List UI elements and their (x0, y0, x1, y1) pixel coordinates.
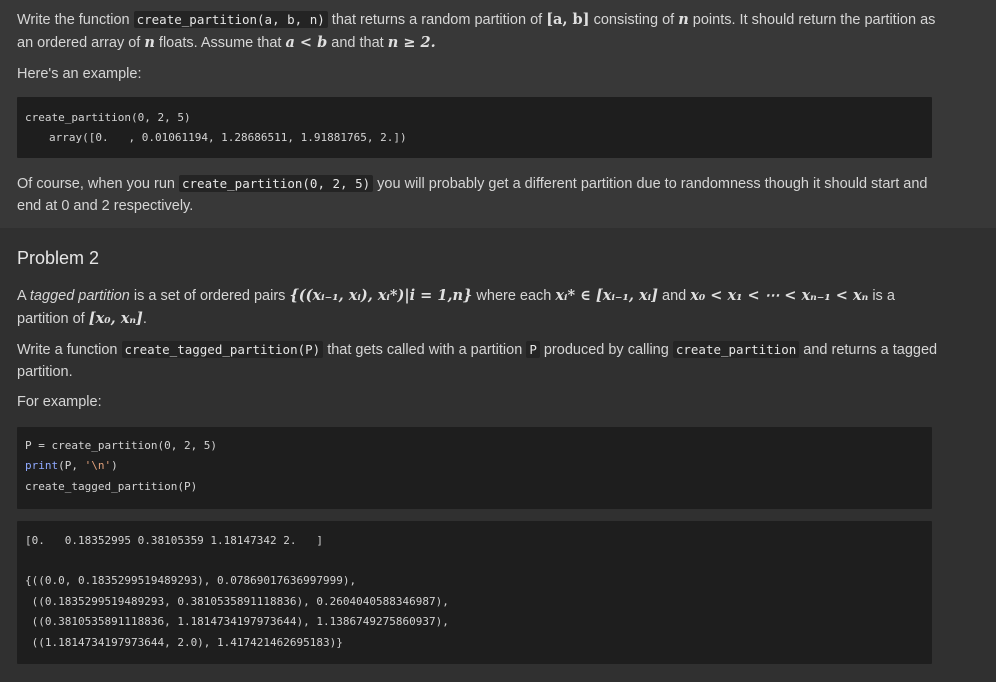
inline-code-create-partition: create_partition (672, 341, 800, 358)
text: A (17, 288, 30, 304)
code-line: create_partition(0, 2, 5) (25, 111, 191, 124)
math-n-geq-2: n ≥ 2. (387, 34, 436, 51)
output-line: ((0.3810535891118836, 1.1814734197973644… (25, 615, 449, 628)
math-n: n (678, 11, 689, 28)
example-intro: For example: (17, 394, 102, 410)
problem1-statement-line1: Write the function create_partition(a, b… (17, 8, 937, 32)
problem1-statement-line2: an ordered array of n floats. Assume tha… (17, 31, 937, 55)
code-block-output[interactable]: [0. 0.18352995 0.38105359 1.18147342 2. … (17, 521, 932, 664)
math-interval: [a, b] (546, 11, 590, 28)
math-n: n (144, 34, 155, 51)
code-block-example[interactable]: create_partition(0, 2, 5) array([0. , 0.… (17, 97, 932, 158)
math-interval: [x₀, xₙ] (88, 310, 143, 327)
math-order: x₀ < x₁ < ⋯ < xₙ₋₁ < xₙ (690, 287, 869, 304)
keyword-print: print (25, 459, 59, 472)
text: is a set of ordered pairs (129, 288, 290, 304)
text: Write a function (17, 342, 122, 358)
math-set: {((xᵢ₋₁, xᵢ), xᵢ*)|i = 1,n} (289, 287, 473, 304)
problem1-note-line2: end at 0 and 2 respectively. (17, 198, 194, 214)
problem1-note-line1: Of course, when you run create_partition… (17, 172, 937, 196)
example-intro: Here's an example: (17, 66, 142, 82)
text: produced by calling (539, 342, 673, 358)
math-a-lt-b: a < b (285, 34, 328, 51)
inline-code-p: P (526, 341, 540, 358)
text: an ordered array of (17, 35, 145, 51)
text: ) (111, 459, 118, 472)
text: floats. Assume that (154, 35, 286, 51)
text: and returns a tagged (799, 342, 938, 358)
output-line: ((1.1814734197973644, 2.0), 1.4174214626… (25, 636, 343, 649)
code-block-input[interactable]: P = create_partition(0, 2, 5) print(P, '… (17, 427, 932, 509)
text: that returns a random partition of (327, 12, 547, 28)
code-line: create_tagged_partition(P) (25, 480, 198, 493)
text: and (657, 288, 691, 304)
text: Write the function (17, 12, 134, 28)
code-line: print(P, '\n') (25, 459, 118, 473)
text: . (142, 311, 147, 327)
code-output-line: array([0. , 0.01061194, 1.28686511, 1.91… (49, 131, 407, 144)
problem2-cell[interactable]: Problem 2 A tagged partition is a set of… (0, 228, 996, 682)
text: partition of (17, 311, 89, 327)
text: points. It should return the partition a… (688, 12, 936, 28)
text: (P, (58, 459, 85, 472)
problem2-heading: Problem 2 (17, 248, 100, 268)
problem2-task-line1: Write a function create_tagged_partition… (17, 338, 937, 362)
text: consisting of (589, 12, 679, 28)
text: is a (868, 288, 895, 304)
inline-code-call: create_partition(0, 2, 5) (179, 175, 374, 192)
output-line: ((0.1835299519489293, 0.3810535891118836… (25, 595, 449, 608)
text: Of course, when you run (17, 176, 179, 192)
code-line: P = create_partition(0, 2, 5) (25, 439, 218, 452)
inline-code-func: create_tagged_partition(P) (121, 341, 324, 358)
text: where each (472, 288, 556, 304)
problem2-task-line2: partition. (17, 364, 73, 380)
math-element: xᵢ* ∈ [xᵢ₋₁, xᵢ] (555, 287, 658, 304)
output-line: [0. 0.18352995 0.38105359 1.18147342 2. … (25, 534, 324, 547)
string-literal: '\n' (84, 459, 112, 472)
text: and that (327, 35, 388, 51)
output-line: {((0.0, 0.1835299519489293), 0.078690176… (25, 574, 357, 587)
problem2-definition-line1: A tagged partition is a set of ordered p… (17, 284, 937, 308)
problem1-cell[interactable]: Write the function create_partition(a, b… (0, 0, 996, 229)
text: that gets called with a partition (323, 342, 527, 358)
text: you will probably get a different partit… (373, 176, 928, 192)
emphasis: tagged partition (29, 288, 130, 304)
inline-code-func-sig: create_partition(a, b, n) (133, 11, 328, 28)
problem2-definition-line2: partition of [x₀, xₙ]. (17, 307, 937, 331)
